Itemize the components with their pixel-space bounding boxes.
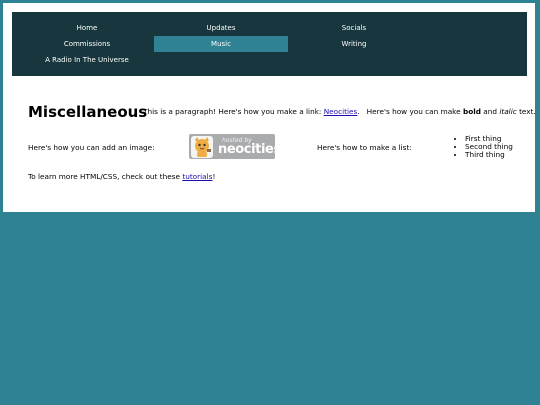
bold-text: bold [462,107,481,116]
image-label: Here's how you can add an image: [28,143,155,152]
badge-brand-text: neocities [218,142,281,157]
intro-text-mid: . Here's how you can make [357,107,463,116]
intro-text-end: text. [516,107,536,116]
footer-text-end: ! [212,172,216,181]
list-item: Third thing [465,151,513,159]
italic-text: italic [499,107,517,116]
example-list: First thing Second thing Third thing [455,135,513,159]
list-label: Here's how to make a list: [317,143,412,152]
neocities-link[interactable]: Neocities [324,107,358,116]
nav-commissions-link[interactable]: Commissions [32,36,142,52]
and-text: and [480,107,500,116]
nav-radio-link[interactable]: A Radio In The Universe [32,52,142,68]
nav-writing-link[interactable]: Writing [287,36,421,52]
page-title: Miscellaneous [28,103,148,121]
tutorials-link[interactable]: tutorials [182,172,212,181]
intro-text-start: This is a paragraph! Here's how you make… [143,107,324,116]
nav-updates-link[interactable]: Updates [154,20,288,36]
navbar: Home Updates Socials Commissions Music W… [12,12,527,76]
footer-text-start: To learn more HTML/CSS, check out these [28,172,183,181]
content-panel: Home Updates Socials Commissions Music W… [3,3,536,212]
nav-socials-link[interactable]: Socials [287,20,421,36]
nav-home-link[interactable]: Home [32,20,142,36]
neocities-badge-image[interactable]: hosted by neocities [189,134,281,159]
intro-paragraph: This is a paragraph! Here's how you make… [143,107,536,116]
footer-text: To learn more HTML/CSS, check out these … [28,172,215,181]
nav-music-link[interactable]: Music [154,36,288,52]
neocities-cat-icon [191,136,213,158]
